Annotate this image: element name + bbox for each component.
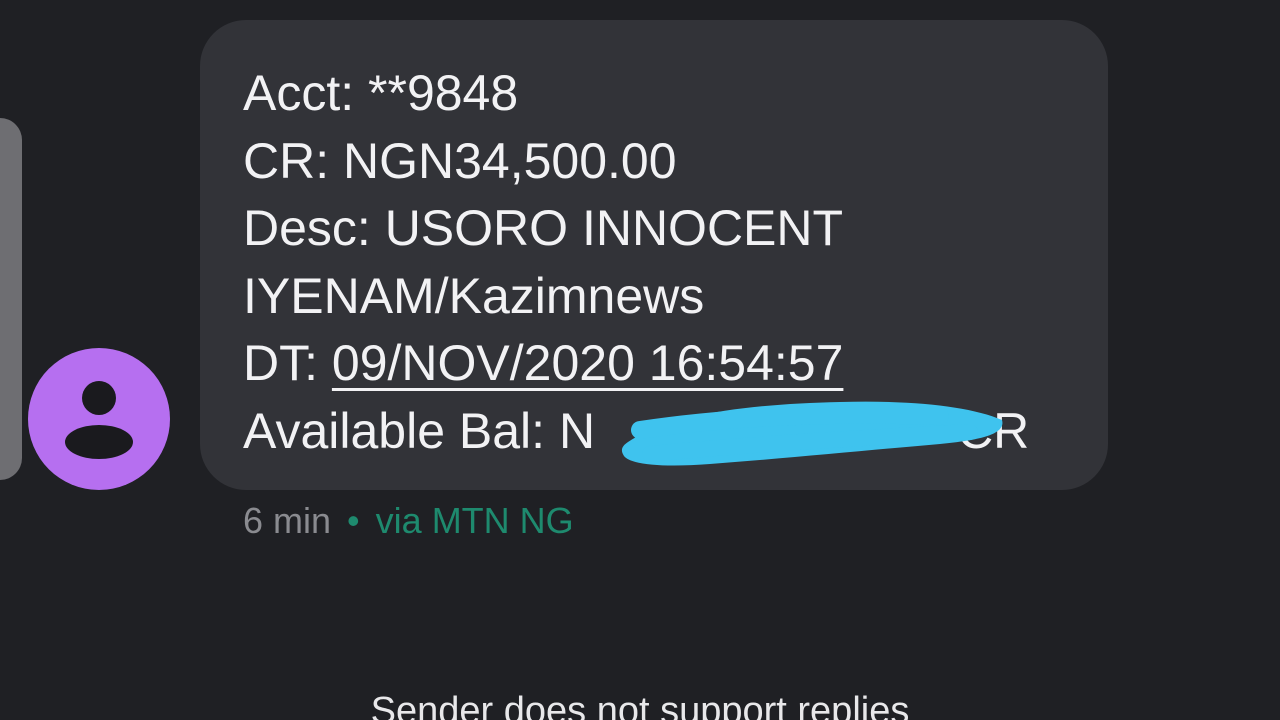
message-text: Acct: **9848 CR: NGN34,500.00 Desc: USOR… xyxy=(243,60,1093,465)
message-bubble[interactable]: Acct: **9848 CR: NGN34,500.00 Desc: USOR… xyxy=(200,20,1108,490)
message-timestamp: 6 min xyxy=(243,500,332,541)
account-line: Acct: **9848 xyxy=(243,65,519,121)
no-reply-notice: Sender does not support replies xyxy=(370,690,910,720)
person-icon xyxy=(65,381,133,459)
sender-avatar[interactable] xyxy=(28,348,170,490)
carrier-label: via MTN NG xyxy=(375,500,574,541)
balance-line: Available Bal: N CR xyxy=(243,398,1093,466)
date-line: DT: 09/NOV/2020 16:54:57 xyxy=(243,330,1093,398)
date-label: DT: xyxy=(243,335,332,391)
credit-line: CR: NGN34,500.00 xyxy=(243,132,677,189)
description-line-continued: IYENAM/Kazimnews xyxy=(243,267,705,324)
message-meta: 6 min • via MTN NG xyxy=(243,500,574,542)
balance-prefix: Available Bal: N xyxy=(243,402,596,459)
previous-message-bubble[interactable] xyxy=(0,118,22,480)
conversation-screen: Acct: **9848 CR: NGN34,500.00 Desc: USOR… xyxy=(0,0,1280,720)
balance-suffix: CR xyxy=(957,402,1030,459)
meta-separator: • xyxy=(347,500,360,541)
description-line: Desc: USORO INNOCENT xyxy=(243,200,844,256)
date-link[interactable]: 09/NOV/2020 16:54:57 xyxy=(332,335,844,391)
